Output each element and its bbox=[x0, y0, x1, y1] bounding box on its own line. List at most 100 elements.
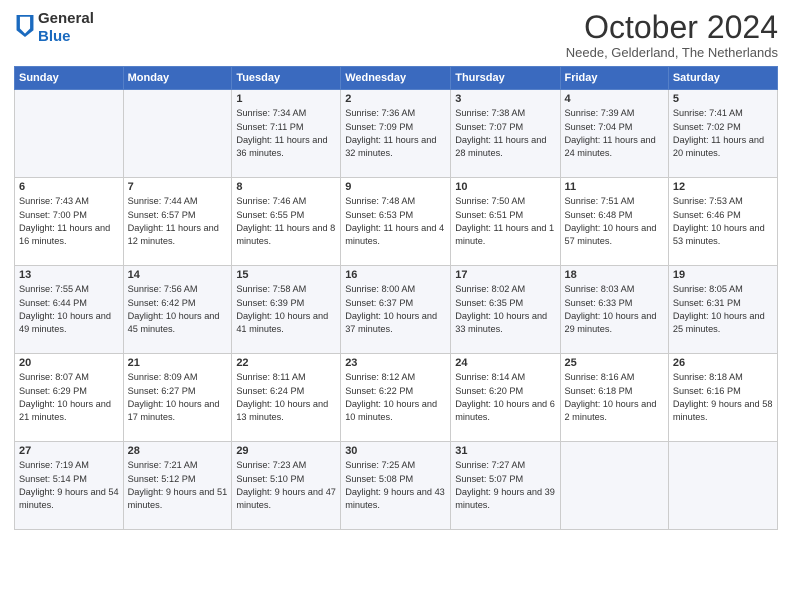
day-info: Sunrise: 8:09 AMSunset: 6:27 PMDaylight:… bbox=[128, 371, 228, 424]
header-saturday: Saturday bbox=[668, 67, 777, 90]
calendar-cell: 10 Sunrise: 7:50 AMSunset: 6:51 PMDaylig… bbox=[451, 178, 560, 266]
day-number: 16 bbox=[345, 269, 446, 281]
day-number: 13 bbox=[19, 269, 119, 281]
day-number: 9 bbox=[345, 181, 446, 193]
calendar-cell: 26 Sunrise: 8:18 AMSunset: 6:16 PMDaylig… bbox=[668, 354, 777, 442]
day-number: 1 bbox=[236, 93, 336, 105]
header-wednesday: Wednesday bbox=[341, 67, 451, 90]
header-friday: Friday bbox=[560, 67, 668, 90]
calendar-cell: 17 Sunrise: 8:02 AMSunset: 6:35 PMDaylig… bbox=[451, 266, 560, 354]
calendar-cell: 16 Sunrise: 8:00 AMSunset: 6:37 PMDaylig… bbox=[341, 266, 451, 354]
calendar-cell: 27 Sunrise: 7:19 AMSunset: 5:14 PMDaylig… bbox=[15, 442, 124, 530]
calendar-cell: 12 Sunrise: 7:53 AMSunset: 6:46 PMDaylig… bbox=[668, 178, 777, 266]
day-number: 15 bbox=[236, 269, 336, 281]
day-info: Sunrise: 7:46 AMSunset: 6:55 PMDaylight:… bbox=[236, 195, 336, 248]
title-block: October 2024 Neede, Gelderland, The Neth… bbox=[566, 10, 778, 60]
day-number: 22 bbox=[236, 357, 336, 369]
calendar-cell: 8 Sunrise: 7:46 AMSunset: 6:55 PMDayligh… bbox=[232, 178, 341, 266]
calendar-cell: 30 Sunrise: 7:25 AMSunset: 5:08 PMDaylig… bbox=[341, 442, 451, 530]
day-number: 8 bbox=[236, 181, 336, 193]
day-info: Sunrise: 7:27 AMSunset: 5:07 PMDaylight:… bbox=[455, 459, 555, 512]
calendar-cell: 23 Sunrise: 8:12 AMSunset: 6:22 PMDaylig… bbox=[341, 354, 451, 442]
day-info: Sunrise: 7:53 AMSunset: 6:46 PMDaylight:… bbox=[673, 195, 773, 248]
day-info: Sunrise: 7:58 AMSunset: 6:39 PMDaylight:… bbox=[236, 283, 336, 336]
calendar-cell: 9 Sunrise: 7:48 AMSunset: 6:53 PMDayligh… bbox=[341, 178, 451, 266]
calendar-cell: 18 Sunrise: 8:03 AMSunset: 6:33 PMDaylig… bbox=[560, 266, 668, 354]
day-number: 24 bbox=[455, 357, 555, 369]
calendar-cell: 3 Sunrise: 7:38 AMSunset: 7:07 PMDayligh… bbox=[451, 90, 560, 178]
day-info: Sunrise: 8:18 AMSunset: 6:16 PMDaylight:… bbox=[673, 371, 773, 424]
day-info: Sunrise: 7:39 AMSunset: 7:04 PMDaylight:… bbox=[565, 107, 664, 160]
day-info: Sunrise: 7:50 AMSunset: 6:51 PMDaylight:… bbox=[455, 195, 555, 248]
header-monday: Monday bbox=[123, 67, 232, 90]
day-number: 4 bbox=[565, 93, 664, 105]
day-number: 31 bbox=[455, 445, 555, 457]
calendar-cell: 4 Sunrise: 7:39 AMSunset: 7:04 PMDayligh… bbox=[560, 90, 668, 178]
day-info: Sunrise: 8:05 AMSunset: 6:31 PMDaylight:… bbox=[673, 283, 773, 336]
day-number: 21 bbox=[128, 357, 228, 369]
header-thursday: Thursday bbox=[451, 67, 560, 90]
day-number: 6 bbox=[19, 181, 119, 193]
logo: General Blue bbox=[14, 10, 94, 46]
day-number: 10 bbox=[455, 181, 555, 193]
calendar-cell bbox=[668, 442, 777, 530]
calendar-cell: 5 Sunrise: 7:41 AMSunset: 7:02 PMDayligh… bbox=[668, 90, 777, 178]
day-info: Sunrise: 8:11 AMSunset: 6:24 PMDaylight:… bbox=[236, 371, 336, 424]
header-tuesday: Tuesday bbox=[232, 67, 341, 90]
calendar: Sunday Monday Tuesday Wednesday Thursday… bbox=[14, 66, 778, 530]
calendar-cell: 21 Sunrise: 8:09 AMSunset: 6:27 PMDaylig… bbox=[123, 354, 232, 442]
day-number: 7 bbox=[128, 181, 228, 193]
day-number: 11 bbox=[565, 181, 664, 193]
month-title: October 2024 bbox=[566, 10, 778, 45]
day-number: 23 bbox=[345, 357, 446, 369]
calendar-cell: 7 Sunrise: 7:44 AMSunset: 6:57 PMDayligh… bbox=[123, 178, 232, 266]
page-header: General Blue October 2024 Neede, Gelderl… bbox=[14, 10, 778, 60]
day-info: Sunrise: 7:19 AMSunset: 5:14 PMDaylight:… bbox=[19, 459, 119, 512]
day-info: Sunrise: 7:23 AMSunset: 5:10 PMDaylight:… bbox=[236, 459, 336, 512]
calendar-cell: 19 Sunrise: 8:05 AMSunset: 6:31 PMDaylig… bbox=[668, 266, 777, 354]
calendar-cell: 11 Sunrise: 7:51 AMSunset: 6:48 PMDaylig… bbox=[560, 178, 668, 266]
calendar-cell: 2 Sunrise: 7:36 AMSunset: 7:09 PMDayligh… bbox=[341, 90, 451, 178]
day-number: 19 bbox=[673, 269, 773, 281]
logo-general: General bbox=[38, 10, 94, 28]
calendar-cell: 13 Sunrise: 7:55 AMSunset: 6:44 PMDaylig… bbox=[15, 266, 124, 354]
day-number: 14 bbox=[128, 269, 228, 281]
calendar-cell: 31 Sunrise: 7:27 AMSunset: 5:07 PMDaylig… bbox=[451, 442, 560, 530]
day-number: 27 bbox=[19, 445, 119, 457]
day-number: 28 bbox=[128, 445, 228, 457]
calendar-cell bbox=[560, 442, 668, 530]
day-number: 26 bbox=[673, 357, 773, 369]
calendar-cell: 15 Sunrise: 7:58 AMSunset: 6:39 PMDaylig… bbox=[232, 266, 341, 354]
calendar-cell bbox=[15, 90, 124, 178]
header-sunday: Sunday bbox=[15, 67, 124, 90]
calendar-cell: 28 Sunrise: 7:21 AMSunset: 5:12 PMDaylig… bbox=[123, 442, 232, 530]
day-info: Sunrise: 7:25 AMSunset: 5:08 PMDaylight:… bbox=[345, 459, 446, 512]
day-number: 2 bbox=[345, 93, 446, 105]
day-info: Sunrise: 8:02 AMSunset: 6:35 PMDaylight:… bbox=[455, 283, 555, 336]
day-number: 5 bbox=[673, 93, 773, 105]
day-info: Sunrise: 8:12 AMSunset: 6:22 PMDaylight:… bbox=[345, 371, 446, 424]
day-number: 17 bbox=[455, 269, 555, 281]
day-info: Sunrise: 8:03 AMSunset: 6:33 PMDaylight:… bbox=[565, 283, 664, 336]
day-number: 29 bbox=[236, 445, 336, 457]
day-info: Sunrise: 7:48 AMSunset: 6:53 PMDaylight:… bbox=[345, 195, 446, 248]
day-info: Sunrise: 8:00 AMSunset: 6:37 PMDaylight:… bbox=[345, 283, 446, 336]
calendar-cell bbox=[123, 90, 232, 178]
day-number: 30 bbox=[345, 445, 446, 457]
day-info: Sunrise: 7:56 AMSunset: 6:42 PMDaylight:… bbox=[128, 283, 228, 336]
day-info: Sunrise: 7:41 AMSunset: 7:02 PMDaylight:… bbox=[673, 107, 773, 160]
day-info: Sunrise: 7:55 AMSunset: 6:44 PMDaylight:… bbox=[19, 283, 119, 336]
day-number: 18 bbox=[565, 269, 664, 281]
day-number: 25 bbox=[565, 357, 664, 369]
day-info: Sunrise: 7:44 AMSunset: 6:57 PMDaylight:… bbox=[128, 195, 228, 248]
calendar-cell: 1 Sunrise: 7:34 AMSunset: 7:11 PMDayligh… bbox=[232, 90, 341, 178]
day-info: Sunrise: 7:51 AMSunset: 6:48 PMDaylight:… bbox=[565, 195, 664, 248]
day-info: Sunrise: 7:34 AMSunset: 7:11 PMDaylight:… bbox=[236, 107, 336, 160]
calendar-cell: 25 Sunrise: 8:16 AMSunset: 6:18 PMDaylig… bbox=[560, 354, 668, 442]
day-number: 20 bbox=[19, 357, 119, 369]
day-info: Sunrise: 7:21 AMSunset: 5:12 PMDaylight:… bbox=[128, 459, 228, 512]
calendar-cell: 20 Sunrise: 8:07 AMSunset: 6:29 PMDaylig… bbox=[15, 354, 124, 442]
calendar-cell: 14 Sunrise: 7:56 AMSunset: 6:42 PMDaylig… bbox=[123, 266, 232, 354]
day-info: Sunrise: 8:14 AMSunset: 6:20 PMDaylight:… bbox=[455, 371, 555, 424]
day-info: Sunrise: 7:36 AMSunset: 7:09 PMDaylight:… bbox=[345, 107, 446, 160]
